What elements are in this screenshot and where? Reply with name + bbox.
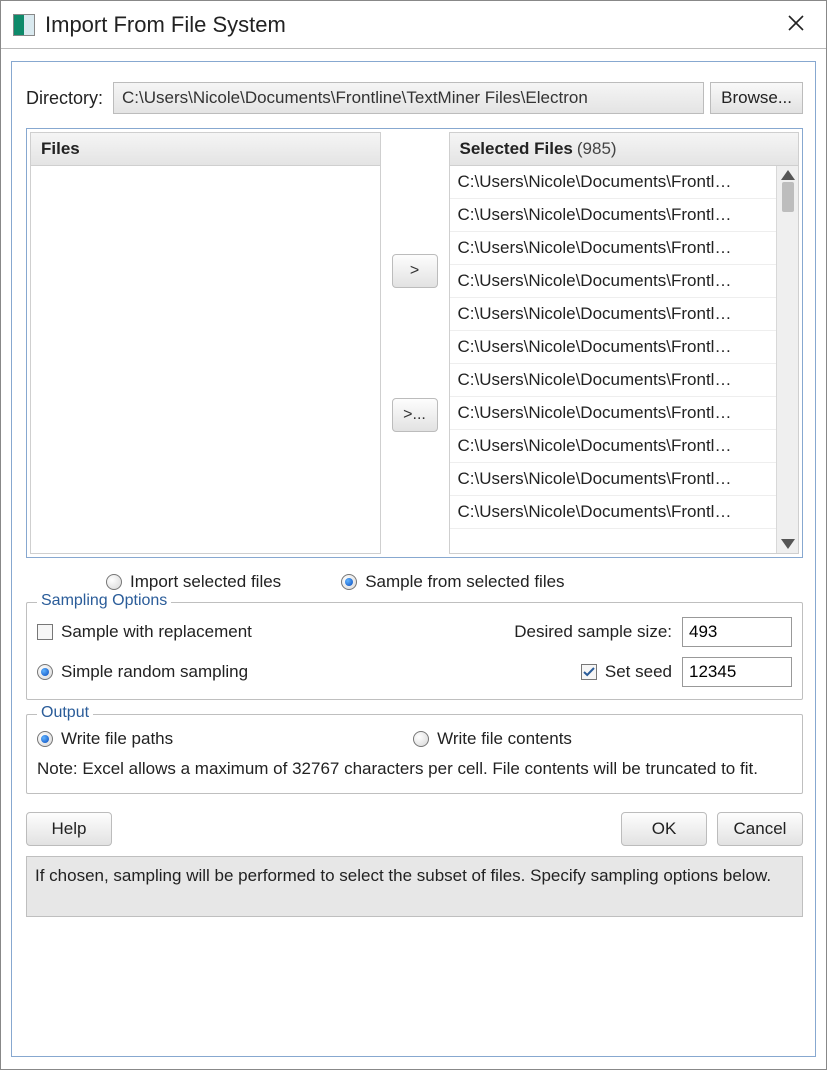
add-one-button[interactable]: > — [392, 254, 438, 288]
set-seed-checkbox[interactable]: Set seed — [581, 662, 672, 682]
seed-input[interactable] — [682, 657, 792, 687]
list-item[interactable]: C:\Users\Nicole\Documents\Frontl… — [450, 199, 777, 232]
cancel-button[interactable]: Cancel — [717, 812, 803, 846]
files-panel: Files — [30, 132, 381, 554]
radio-icon — [341, 574, 357, 590]
window-title: Import From File System — [45, 12, 286, 38]
help-button[interactable]: Help — [26, 812, 112, 846]
list-item[interactable]: C:\Users\Nicole\Documents\Frontl… — [450, 364, 777, 397]
list-item[interactable]: C:\Users\Nicole\Documents\Frontl… — [450, 298, 777, 331]
content-area: Directory: C:\Users\Nicole\Documents\Fro… — [11, 61, 816, 1057]
checkbox-icon — [37, 624, 53, 640]
move-buttons: > >... — [389, 132, 441, 554]
directory-label: Directory: — [26, 82, 107, 114]
scroll-down-icon[interactable] — [781, 539, 795, 549]
sampling-options-group: Sampling Options Sample with replacement… — [26, 602, 803, 700]
selected-files-count: (985) — [577, 139, 617, 159]
output-group-title: Output — [37, 704, 93, 722]
selected-files-panel: Selected Files (985) C:\Users\Nicole\Doc… — [449, 132, 800, 554]
status-text: If chosen, sampling will be performed to… — [26, 856, 803, 917]
list-item[interactable]: C:\Users\Nicole\Documents\Frontl… — [450, 397, 777, 430]
file-panes: Files > >... Selected Files (985) C:\Use… — [26, 128, 803, 558]
import-selected-radio[interactable]: Import selected files — [106, 572, 281, 592]
sample-selected-radio[interactable]: Sample from selected files — [341, 572, 564, 592]
app-icon — [13, 14, 35, 36]
checkbox-icon — [581, 664, 597, 680]
dialog-window: Import From File System Directory: C:\Us… — [0, 0, 827, 1070]
selected-files-header: Selected Files (985) — [450, 133, 799, 166]
close-icon[interactable] — [776, 12, 816, 38]
selected-files-scrollbar[interactable] — [776, 166, 798, 553]
list-item[interactable]: C:\Users\Nicole\Documents\Frontl… — [450, 166, 777, 199]
desired-sample-size-label: Desired sample size: — [514, 622, 672, 642]
browse-button[interactable]: Browse... — [710, 82, 803, 114]
list-item[interactable]: C:\Users\Nicole\Documents\Frontl… — [450, 232, 777, 265]
simple-random-sampling-radio[interactable]: Simple random sampling — [37, 662, 248, 682]
radio-icon — [106, 574, 122, 590]
files-header: Files — [31, 133, 380, 166]
write-file-paths-radio[interactable]: Write file paths — [37, 729, 173, 749]
output-group: Output Write file paths Write file conte… — [26, 714, 803, 794]
directory-input[interactable]: C:\Users\Nicole\Documents\Frontline\Text… — [113, 82, 704, 114]
directory-row: Directory: C:\Users\Nicole\Documents\Fro… — [26, 82, 803, 114]
ok-button[interactable]: OK — [621, 812, 707, 846]
scroll-up-icon[interactable] — [781, 170, 795, 180]
titlebar: Import From File System — [1, 1, 826, 49]
sampling-group-title: Sampling Options — [37, 592, 171, 610]
scroll-thumb[interactable] — [782, 182, 794, 212]
list-item[interactable]: C:\Users\Nicole\Documents\Frontl… — [450, 265, 777, 298]
button-row: Help OK Cancel — [26, 812, 803, 846]
list-item[interactable]: C:\Users\Nicole\Documents\Frontl… — [450, 463, 777, 496]
add-all-button[interactable]: >... — [392, 398, 438, 432]
files-list[interactable] — [31, 166, 380, 553]
radio-icon — [37, 664, 53, 680]
radio-icon — [413, 731, 429, 747]
import-mode-row: Import selected files Sample from select… — [106, 572, 803, 592]
output-note: Note: Excel allows a maximum of 32767 ch… — [37, 757, 792, 781]
radio-icon — [37, 731, 53, 747]
list-item[interactable]: C:\Users\Nicole\Documents\Frontl… — [450, 430, 777, 463]
write-file-contents-radio[interactable]: Write file contents — [413, 729, 572, 749]
sample-with-replacement-checkbox[interactable]: Sample with replacement — [37, 622, 252, 642]
list-item[interactable]: C:\Users\Nicole\Documents\Frontl… — [450, 331, 777, 364]
desired-sample-size-input[interactable] — [682, 617, 792, 647]
selected-files-list[interactable]: C:\Users\Nicole\Documents\Frontl…C:\User… — [450, 166, 777, 553]
list-item[interactable]: C:\Users\Nicole\Documents\Frontl… — [450, 496, 777, 529]
